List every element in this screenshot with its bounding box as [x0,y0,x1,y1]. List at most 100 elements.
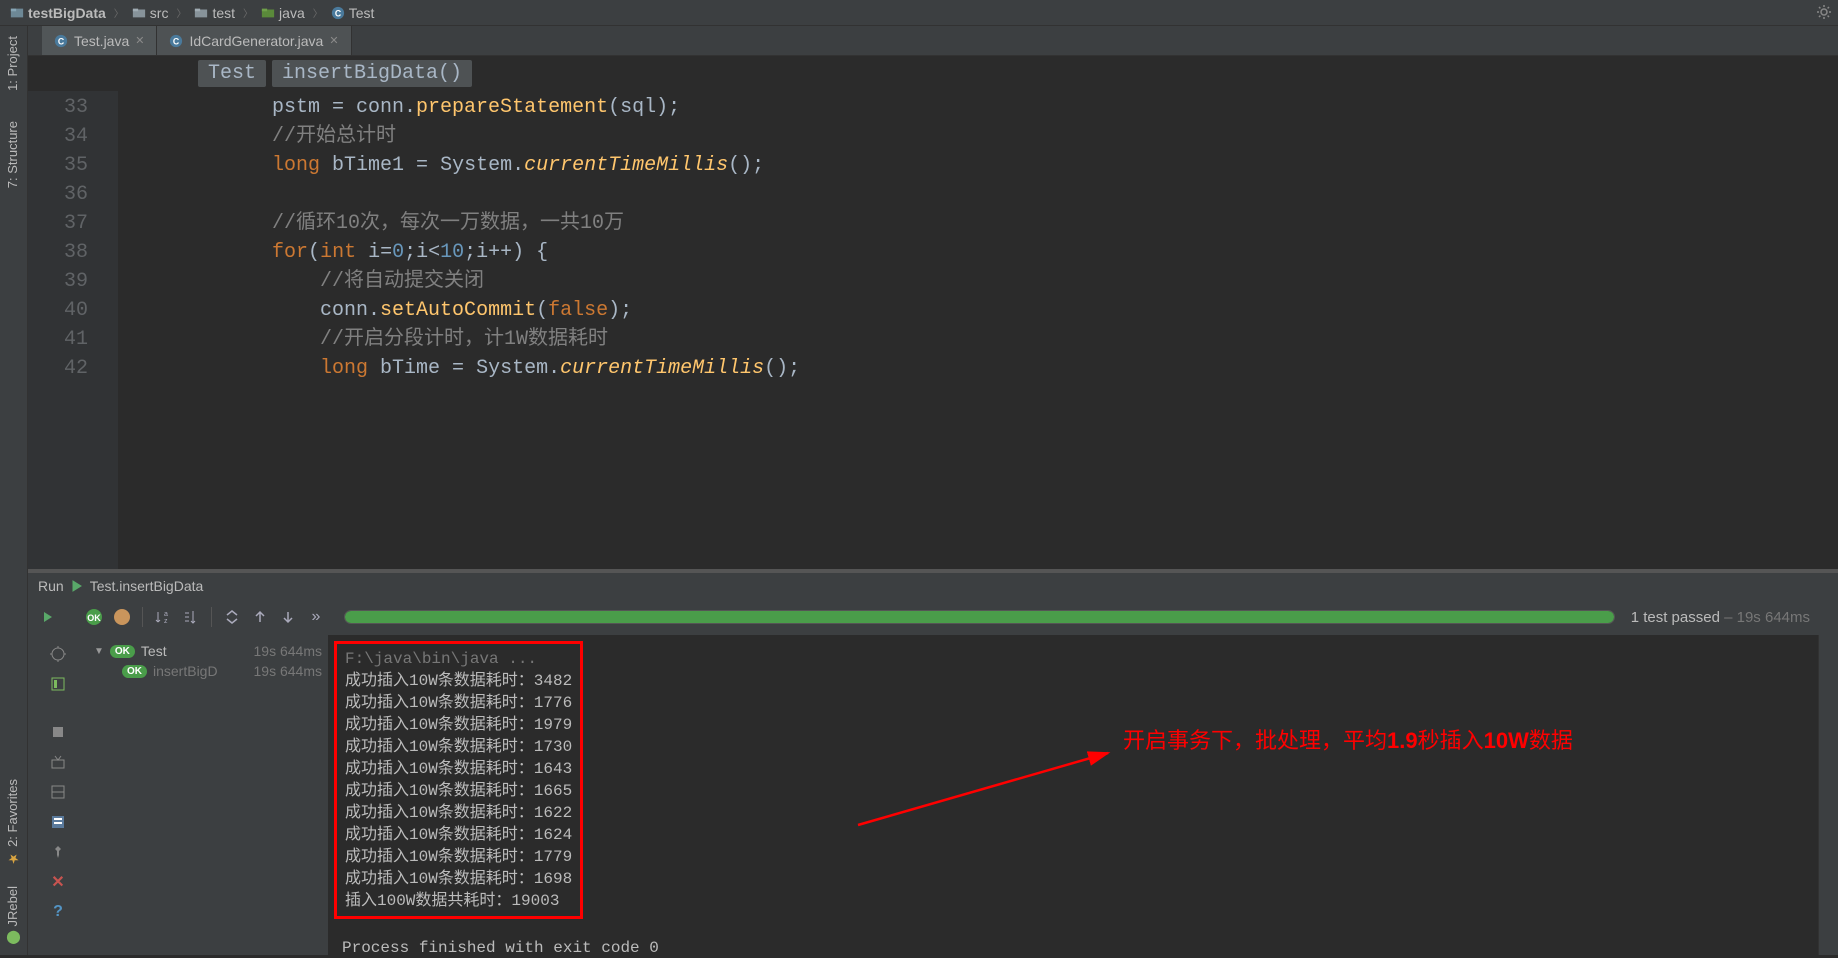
tab-test-java[interactable]: C Test.java ✕ [42,26,157,55]
breadcrumb-label: testBigData [28,5,106,21]
annotation-bold-1: 1.9 [1387,728,1418,753]
breadcrumb-sep: 〉 [313,5,323,20]
tab-idcardgenerator-java[interactable]: C IdCardGenerator.java ✕ [157,26,351,55]
test-tree-method[interactable]: OK insertBigD 19s 644ms [94,661,322,681]
folder-icon [132,6,146,20]
tool-tab-label: JRebel [5,886,20,926]
context-class[interactable]: Test [198,60,266,87]
expand-button[interactable] [179,605,203,629]
annotation-arrow [848,745,1128,835]
next-button[interactable] [276,605,300,629]
breadcrumb-label: java [279,5,305,21]
run-panel: Run Test.insertBigData OK [28,569,1838,955]
svg-text:C: C [335,8,342,18]
console-exit-line: Process finished with exit code 0 [334,919,1812,957]
ok-badge: OK [122,665,147,678]
coverage-button[interactable] [47,673,69,695]
console-highlighted-box: F:\java\bin\java ...成功插入10W条数据耗时：3482成功插… [334,641,583,919]
code-content[interactable]: pstm = conn.prepareStatement(sql); //开始总… [118,91,1838,569]
ok-badge: OK [110,645,135,658]
run-header: Run Test.insertBigData [28,573,1838,599]
tool-tab-project[interactable]: 1: Project [0,26,27,101]
project-icon [10,6,24,20]
close-button[interactable]: ✕ [47,871,69,893]
gutter: 33343536373839404142 [28,91,118,569]
tests-time-label: – 19s 644ms [1724,609,1810,626]
annotation-text: 开启事务下，批处理，平均1.9秒插入10W数据 [1123,723,1573,755]
tab-label: Test.java [74,33,129,49]
tree-node-label: Test [141,643,167,659]
run-config-name: Test.insertBigData [90,578,204,594]
test-tree-root[interactable]: ▼ OK Test 19s 644ms [94,641,322,661]
tool-tab-structure[interactable]: 7: Structure [0,111,27,198]
tool-tab-label: 1: Project [5,36,20,91]
close-icon[interactable]: ✕ [135,34,144,47]
class-icon: C [169,34,183,48]
run-config-icon [70,579,84,593]
pin-button[interactable] [47,841,69,863]
run-side-toolbar: ✕ ? [28,635,88,955]
layout-button[interactable] [47,781,69,803]
breadcrumb-src[interactable]: src [132,5,169,21]
rerun-button[interactable] [36,605,60,629]
tool-tab-label: 7: Structure [5,121,20,188]
debug-button[interactable] [47,643,69,665]
console-output[interactable]: F:\java\bin\java ...成功插入10W条数据耗时：3482成功插… [328,635,1818,955]
sort-button[interactable]: az [151,605,175,629]
right-tool-strip [1818,635,1838,955]
breadcrumb-class[interactable]: C Test [331,5,375,21]
test-progress-bar [344,610,1615,624]
tests-passed-label: 1 test passed [1631,609,1720,626]
chevron-down-icon: ▼ [94,646,104,657]
help-button[interactable]: ? [47,901,69,923]
stop-button[interactable] [47,721,69,743]
breadcrumb-label: Test [349,5,375,21]
progress-fill [345,611,1614,623]
svg-text:a: a [164,611,168,618]
svg-text:OK: OK [87,613,101,623]
svg-text:z: z [164,618,168,625]
test-summary: 1 test passed – 19s 644ms [1631,609,1810,626]
tree-node-label: insertBigD [153,663,218,679]
toolbar-separator [142,607,143,627]
svg-text:C: C [173,36,180,46]
breadcrumb-sep: 〉 [243,5,253,20]
toolbar-separator [211,607,212,627]
breadcrumb-test[interactable]: test [194,5,235,21]
history-button[interactable] [47,811,69,833]
breadcrumb: testBigData 〉 src 〉 test 〉 java 〉 C Test [0,0,1838,26]
breadcrumb-sep: 〉 [114,5,124,20]
breadcrumb-project[interactable]: testBigData [10,5,106,21]
class-icon: C [331,6,345,20]
show-passed-button[interactable]: OK [82,605,106,629]
folder-icon [194,6,208,20]
close-icon[interactable]: ✕ [329,34,338,47]
context-bar: Test insertBigData() [28,56,1838,91]
more-button[interactable]: » [304,605,328,629]
code-editor[interactable]: 33343536373839404142 pstm = conn.prepare… [28,91,1838,569]
tree-node-time: 19s 644ms [254,663,322,679]
folder-icon [261,6,275,20]
context-method[interactable]: insertBigData() [272,60,472,87]
breadcrumb-java[interactable]: java [261,5,305,21]
breadcrumb-label: src [150,5,169,21]
editor-tabs: C Test.java ✕ C IdCardGenerator.java ✕ [28,26,1838,56]
svg-text:C: C [58,36,65,46]
prev-button[interactable] [248,605,272,629]
test-tree: ▼ OK Test 19s 644ms OK insertBigD 19s 64… [88,635,328,955]
breadcrumb-label: test [212,5,235,21]
run-toolbar: OK az [28,599,1838,635]
collapse-all-button[interactable] [220,605,244,629]
breadcrumb-sep: 〉 [176,5,186,20]
gear-icon[interactable] [1816,4,1832,20]
tree-node-time: 19s 644ms [254,643,322,659]
dump-button[interactable] [47,751,69,773]
annotation-bold-2: 10W [1484,728,1529,753]
tab-label: IdCardGenerator.java [189,33,323,49]
show-ignored-button[interactable] [110,605,134,629]
class-icon: C [54,34,68,48]
tool-tab-favorites[interactable]: ★ 2: Favorites [0,769,27,876]
tool-tab-jrebel[interactable]: ⬤ JRebel [0,876,27,955]
run-title-label: Run [38,578,64,594]
left-tool-strip: 1: Project 7: Structure ★ 2: Favorites ⬤… [0,26,28,955]
